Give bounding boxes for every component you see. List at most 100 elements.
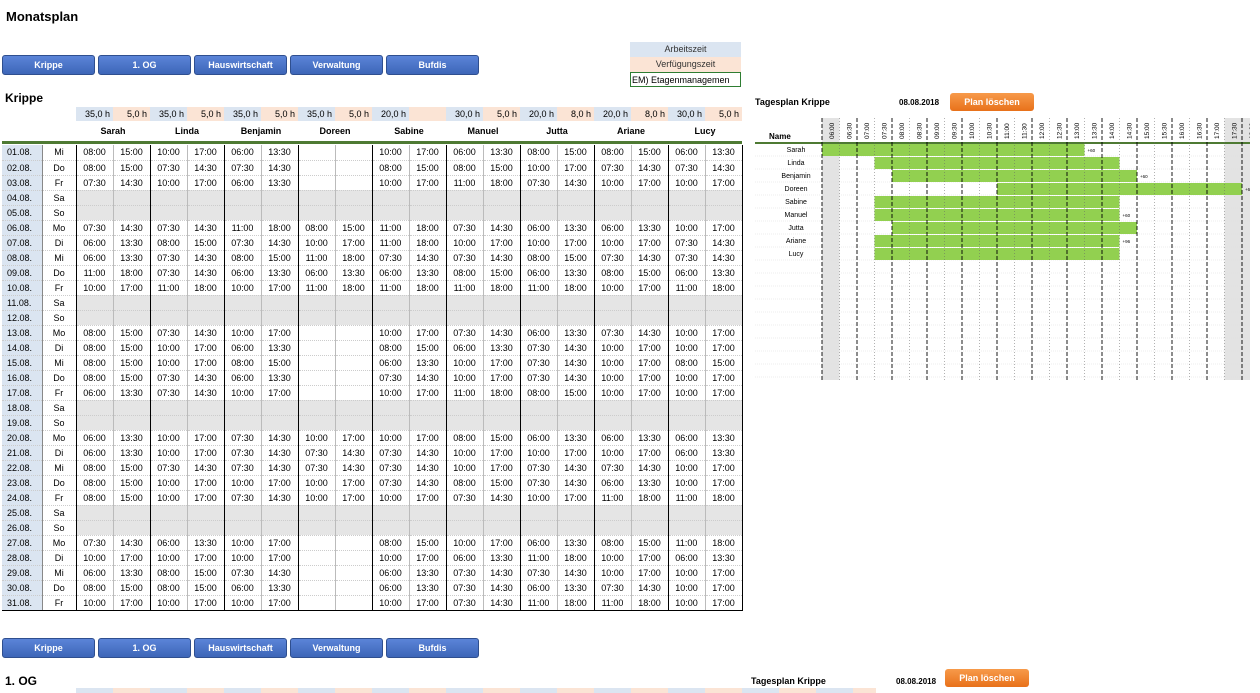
time-cell[interactable]: 18:00 — [335, 280, 373, 296]
time-cell[interactable]: 14:30 — [631, 250, 669, 266]
time-cell[interactable]: 14:30 — [557, 565, 595, 581]
time-cell[interactable]: 17:00 — [261, 595, 299, 611]
time-cell[interactable]: 10:00 — [594, 235, 632, 251]
time-cell[interactable]: 07:30 — [446, 490, 484, 506]
time-cell[interactable]: 13:30 — [557, 535, 595, 551]
time-cell[interactable] — [261, 520, 299, 536]
time-cell[interactable] — [261, 310, 299, 326]
time-cell[interactable] — [298, 385, 336, 401]
time-cell[interactable] — [187, 520, 225, 536]
time-cell[interactable] — [335, 145, 373, 161]
time-cell[interactable] — [335, 565, 373, 581]
time-cell[interactable]: 17:00 — [483, 535, 521, 551]
time-cell[interactable]: 10:00 — [150, 490, 188, 506]
time-cell[interactable]: 08:00 — [446, 430, 484, 446]
time-cell[interactable] — [631, 520, 669, 536]
time-cell[interactable] — [372, 520, 410, 536]
time-cell[interactable]: 11:00 — [520, 550, 558, 566]
nav-button-hauswirtschaft[interactable]: Hauswirtschaft — [194, 638, 287, 658]
time-cell[interactable]: 18:00 — [409, 280, 447, 296]
time-cell[interactable]: 06:00 — [224, 175, 262, 191]
time-cell[interactable]: 18:00 — [557, 550, 595, 566]
time-cell[interactable]: 13:30 — [187, 535, 225, 551]
time-cell[interactable]: 10:00 — [150, 595, 188, 611]
time-cell[interactable]: 17:00 — [631, 370, 669, 386]
time-cell[interactable]: 11:00 — [372, 280, 410, 296]
time-cell[interactable] — [298, 370, 336, 386]
time-cell[interactable]: 14:30 — [113, 535, 151, 551]
time-cell[interactable]: 06:00 — [224, 145, 262, 161]
time-cell[interactable] — [557, 400, 595, 416]
time-cell[interactable]: 11:00 — [446, 175, 484, 191]
time-cell[interactable]: 10:00 — [520, 160, 558, 176]
time-cell[interactable]: 07:30 — [150, 265, 188, 281]
time-cell[interactable]: 13:30 — [705, 265, 743, 281]
time-cell[interactable]: 10:00 — [150, 550, 188, 566]
time-cell[interactable]: 11:00 — [668, 280, 706, 296]
time-cell[interactable]: 06:00 — [668, 550, 706, 566]
time-cell[interactable]: 17:00 — [187, 145, 225, 161]
time-cell[interactable]: 17:00 — [557, 490, 595, 506]
time-cell[interactable]: 11:00 — [520, 595, 558, 611]
time-cell[interactable]: 06:00 — [76, 445, 114, 461]
time-cell[interactable]: 10:00 — [594, 370, 632, 386]
time-cell[interactable]: 06:00 — [76, 250, 114, 266]
time-cell[interactable]: 08:00 — [446, 265, 484, 281]
time-cell[interactable]: 06:00 — [446, 550, 484, 566]
time-cell[interactable] — [372, 310, 410, 326]
time-cell[interactable]: 10:00 — [224, 475, 262, 491]
time-cell[interactable]: 18:00 — [113, 265, 151, 281]
time-cell[interactable]: 07:30 — [446, 595, 484, 611]
time-cell[interactable]: 18:00 — [483, 280, 521, 296]
nav-button-verwaltung[interactable]: Verwaltung — [290, 638, 383, 658]
time-cell[interactable]: 07:30 — [76, 175, 114, 191]
time-cell[interactable] — [705, 310, 743, 326]
time-cell[interactable]: 10:00 — [594, 565, 632, 581]
time-cell[interactable]: 06:00 — [372, 565, 410, 581]
time-cell[interactable] — [113, 205, 151, 221]
time-cell[interactable]: 14:30 — [483, 565, 521, 581]
time-cell[interactable]: 13:30 — [631, 220, 669, 236]
time-cell[interactable]: 07:30 — [150, 385, 188, 401]
time-cell[interactable]: 17:00 — [409, 175, 447, 191]
time-cell[interactable]: 07:30 — [76, 220, 114, 236]
time-cell[interactable]: 13:30 — [261, 340, 299, 356]
time-cell[interactable]: 15:00 — [483, 430, 521, 446]
time-cell[interactable] — [335, 385, 373, 401]
time-cell[interactable]: 10:00 — [668, 475, 706, 491]
time-cell[interactable] — [261, 205, 299, 221]
time-cell[interactable]: 10:00 — [520, 235, 558, 251]
time-cell[interactable]: 17:00 — [705, 175, 743, 191]
time-cell[interactable]: 07:30 — [224, 490, 262, 506]
time-cell[interactable] — [335, 415, 373, 431]
time-cell[interactable]: 17:00 — [187, 550, 225, 566]
time-cell[interactable]: 15:00 — [187, 580, 225, 596]
time-cell[interactable] — [409, 400, 447, 416]
time-cell[interactable] — [594, 190, 632, 206]
time-cell[interactable]: 07:30 — [224, 445, 262, 461]
time-cell[interactable]: 18:00 — [409, 235, 447, 251]
clear-plan-button[interactable]: Plan löschen — [950, 93, 1034, 111]
time-cell[interactable]: 07:30 — [594, 460, 632, 476]
time-cell[interactable]: 06:00 — [224, 370, 262, 386]
time-cell[interactable] — [335, 160, 373, 176]
time-cell[interactable]: 17:00 — [187, 340, 225, 356]
time-cell[interactable]: 15:00 — [113, 490, 151, 506]
time-cell[interactable]: 10:00 — [372, 385, 410, 401]
time-cell[interactable]: 17:00 — [705, 475, 743, 491]
time-cell[interactable]: 08:00 — [224, 250, 262, 266]
time-cell[interactable]: 15:00 — [557, 145, 595, 161]
time-cell[interactable]: 10:00 — [224, 280, 262, 296]
time-cell[interactable]: 14:30 — [483, 490, 521, 506]
time-cell[interactable]: 07:30 — [594, 325, 632, 341]
time-cell[interactable]: 07:30 — [594, 160, 632, 176]
time-cell[interactable]: 07:30 — [150, 370, 188, 386]
time-cell[interactable]: 18:00 — [557, 280, 595, 296]
time-cell[interactable]: 07:30 — [520, 355, 558, 371]
time-cell[interactable]: 17:00 — [261, 385, 299, 401]
time-cell[interactable]: 07:30 — [446, 220, 484, 236]
time-cell[interactable]: 11:00 — [150, 280, 188, 296]
time-cell[interactable]: 17:00 — [409, 550, 447, 566]
time-cell[interactable]: 17:00 — [113, 280, 151, 296]
time-cell[interactable]: 10:00 — [150, 340, 188, 356]
